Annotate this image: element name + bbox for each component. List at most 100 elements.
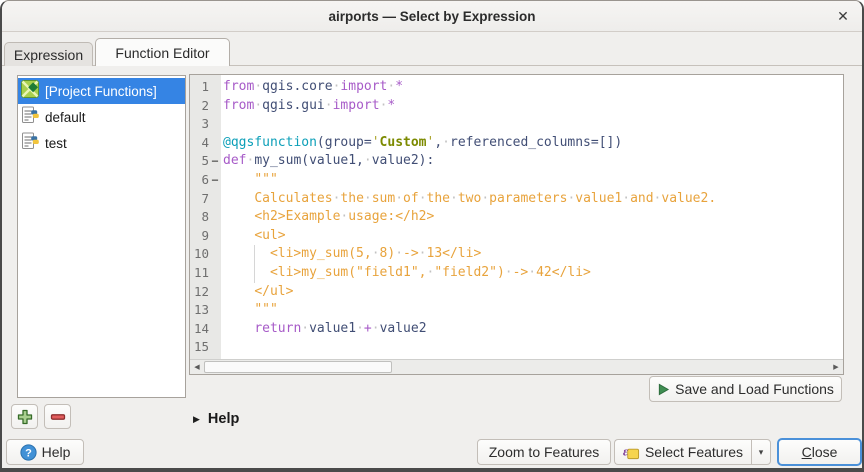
code-editor[interactable]: 1 from·qgis.core·import·* 2 from·qgis.gui·i… [189, 74, 844, 375]
line-number: 1 [190, 78, 209, 97]
code-lines: 1 from·qgis.core·import·* 2 from·qgis.gui·i… [190, 78, 843, 357]
code-line-text: from·qgis.core·import·* [221, 78, 403, 97]
disclosure-triangle-icon: ▶ [193, 414, 200, 425]
code-line-text: """ [221, 171, 278, 190]
window-close-icon[interactable]: ✕ [832, 5, 854, 27]
svg-text:?: ? [25, 447, 32, 459]
python-file-icon [21, 106, 39, 129]
fold-marker-icon[interactable]: − [209, 152, 221, 171]
line-number: 2 [190, 97, 209, 116]
code-line[interactable]: 6− """ [190, 171, 843, 190]
code-line-text [221, 338, 223, 357]
line-number: 8 [190, 208, 209, 227]
function-list-item-label: [Project Functions] [45, 84, 157, 99]
scrollbar-thumb[interactable] [204, 361, 392, 373]
select-features-button[interactable]: ε Select Features [614, 439, 751, 465]
line-number: 3 [190, 115, 209, 134]
code-line-text: <h2>Example·usage:</h2> [221, 208, 434, 227]
code-line-text: <li>my_sum("field1",·"field2")·->·42</li… [221, 264, 591, 283]
fold-margin [209, 245, 221, 264]
code-line[interactable]: 8 <h2>Example·usage:</h2> [190, 208, 843, 227]
scrollbar-right-arrow-icon[interactable]: ▶ [829, 360, 843, 374]
function-list-item[interactable]: [Project Functions] [18, 78, 185, 104]
fold-margin [209, 78, 221, 97]
line-number: 5 [190, 152, 209, 171]
line-number: 6 [190, 171, 209, 190]
line-number: 7 [190, 190, 209, 209]
scrollbar-left-arrow-icon[interactable]: ◀ [190, 360, 204, 374]
fold-margin [209, 283, 221, 302]
svg-text:ε: ε [623, 444, 628, 458]
select-by-expression-icon: ε [623, 444, 640, 460]
select-by-expression-dialog: airports — Select by Expression ✕ Expres… [0, 0, 864, 472]
add-function-button[interactable] [11, 404, 38, 429]
code-line[interactable]: 12 </ul> [190, 283, 843, 302]
code-line-text: return·value1·+·value2 [221, 320, 427, 339]
window-title: airports — Select by Expression [328, 9, 535, 24]
fold-margin [209, 227, 221, 246]
fold-margin [209, 338, 221, 357]
line-number: 4 [190, 134, 209, 153]
code-line[interactable]: 1 from·qgis.core·import·* [190, 78, 843, 97]
function-list-item[interactable]: test [18, 130, 185, 156]
line-number: 13 [190, 301, 209, 320]
select-features-dropdown-button[interactable]: ▾ [751, 439, 771, 465]
zoom-to-features-button[interactable]: Zoom to Features [477, 439, 611, 465]
horizontal-scrollbar[interactable]: ◀ ▶ [190, 359, 843, 374]
titlebar[interactable]: airports — Select by Expression ✕ [2, 1, 862, 32]
fold-margin [209, 190, 221, 209]
function-list-item-label: default [45, 110, 86, 125]
code-line[interactable]: 11 <li>my_sum("field1",·"field2")·->·42<… [190, 264, 843, 283]
save-and-load-functions-label: Save and Load Functions [675, 381, 834, 397]
code-line-text: """ [221, 301, 278, 320]
fold-margin [209, 320, 221, 339]
code-line[interactable]: 15 [190, 338, 843, 357]
code-line[interactable]: 14 return·value1·+·value2 [190, 320, 843, 339]
remove-function-button[interactable] [44, 404, 71, 429]
fold-margin [209, 97, 221, 116]
code-line-text [221, 115, 223, 134]
code-line[interactable]: 4@qgsfunction(group='Custom',·referenced… [190, 134, 843, 153]
code-line-text: <ul> [221, 227, 286, 246]
code-line-text: Calculates·the·sum·of·the·two·parameters… [221, 190, 716, 209]
code-line[interactable]: 5−def·my_sum(value1,·value2): [190, 152, 843, 171]
plus-icon [17, 409, 33, 425]
tab-function-editor[interactable]: Function Editor [95, 38, 230, 66]
function-list-item-label: test [45, 136, 67, 151]
line-number: 10 [190, 245, 209, 264]
fold-marker-icon[interactable]: − [209, 171, 221, 190]
help-disclosure-label: Help [208, 411, 239, 427]
help-question-icon: ? [20, 444, 37, 461]
line-number: 11 [190, 264, 209, 283]
help-button-label: Help [42, 444, 71, 460]
code-line[interactable]: 3 [190, 115, 843, 134]
close-button-label: Close [802, 444, 838, 460]
line-number: 15 [190, 338, 209, 357]
code-line-text: <li>my_sum(5,·8)·->·13</li> [221, 245, 481, 264]
code-line-text: def·my_sum(value1,·value2): [221, 152, 434, 171]
fold-margin [209, 301, 221, 320]
help-disclosure[interactable]: ▶ Help [193, 409, 239, 429]
code-line[interactable]: 7 Calculates·the·sum·of·the·two·paramete… [190, 190, 843, 209]
zoom-to-features-label: Zoom to Features [489, 444, 600, 460]
tab-expression[interactable]: Expression [4, 42, 93, 66]
function-list-item[interactable]: default [18, 104, 185, 130]
code-line[interactable]: 13 """ [190, 301, 843, 320]
close-button[interactable]: Close [777, 438, 862, 466]
code-line[interactable]: 9 <ul> [190, 227, 843, 246]
line-number: 12 [190, 283, 209, 302]
select-features-split-button: ε Select Features ▾ [614, 439, 771, 465]
qgis-project-icon [21, 80, 39, 103]
function-list[interactable]: [Project Functions] default test [17, 75, 186, 398]
code-line-text: from·qgis.gui·import·* [221, 97, 395, 116]
select-features-label: Select Features [645, 444, 743, 460]
python-file-icon [21, 132, 39, 155]
save-and-load-functions-button[interactable]: Save and Load Functions [649, 376, 842, 402]
fold-margin [209, 208, 221, 227]
line-number: 9 [190, 227, 209, 246]
code-line[interactable]: 10 <li>my_sum(5,·8)·->·13</li> [190, 245, 843, 264]
line-number: 14 [190, 320, 209, 339]
code-line-text: </ul> [221, 283, 293, 302]
code-line[interactable]: 2 from·qgis.gui·import·* [190, 97, 843, 116]
help-button[interactable]: ? Help [6, 439, 84, 465]
